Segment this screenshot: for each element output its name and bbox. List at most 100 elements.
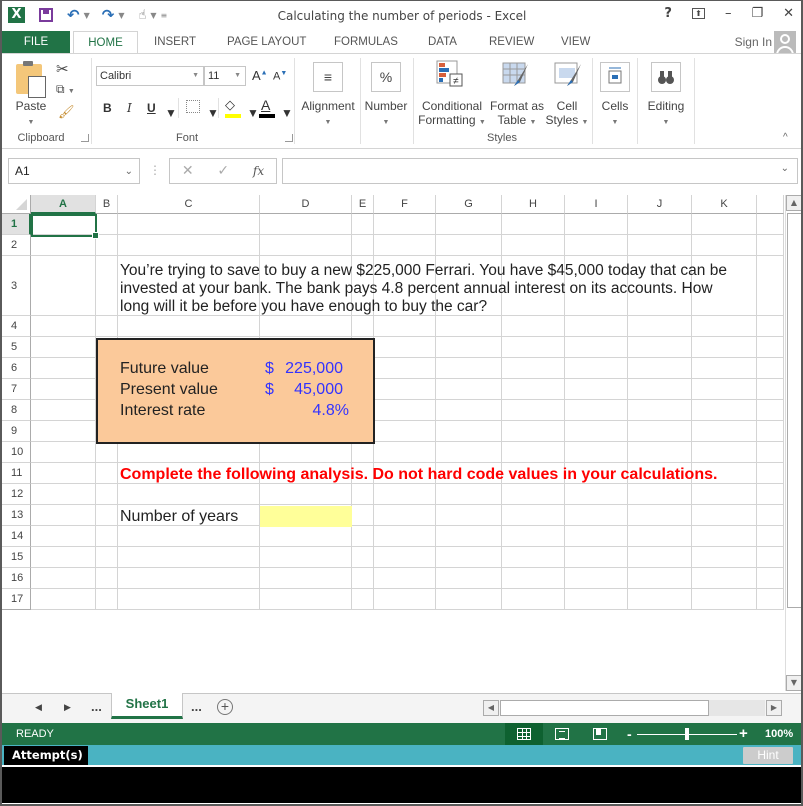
zoom-knob[interactable] xyxy=(685,728,689,740)
instruction-text[interactable]: Complete the following analysis. Do not … xyxy=(120,466,717,484)
row-header-6[interactable]: 6 xyxy=(2,358,31,379)
prev-sheet-icon[interactable]: ◀ xyxy=(35,702,42,713)
avatar-icon[interactable] xyxy=(774,31,796,53)
more-sheets-left[interactable]: ... xyxy=(91,699,102,714)
column-header-k[interactable]: K xyxy=(692,195,757,214)
close-icon[interactable]: ✕ xyxy=(783,6,794,21)
column-header-l[interactable] xyxy=(757,195,784,214)
column-header-f[interactable]: F xyxy=(374,195,436,214)
tab-file[interactable]: FILE xyxy=(2,31,70,53)
vertical-scrollbar[interactable]: ▲ ▼ xyxy=(785,195,801,691)
column-header-c[interactable]: C xyxy=(118,195,260,214)
present-value-label[interactable]: Present value xyxy=(120,381,218,399)
row-header-8[interactable]: 8 xyxy=(2,400,31,421)
number-format-icon[interactable]: % xyxy=(371,62,401,92)
row-header-16[interactable]: 16 xyxy=(2,568,31,589)
tab-home[interactable]: HOME xyxy=(73,31,138,54)
row-header-13[interactable]: 13 xyxy=(2,505,31,526)
tab-review[interactable]: REVIEW xyxy=(489,31,534,53)
row-header-12[interactable]: 12 xyxy=(2,484,31,505)
paste-icon[interactable] xyxy=(16,61,46,98)
page-break-view-button[interactable] xyxy=(581,723,619,745)
help-icon[interactable]: ? xyxy=(664,6,672,21)
hint-button[interactable]: Hint xyxy=(743,747,793,764)
column-header-a[interactable]: A xyxy=(31,195,96,214)
add-sheet-icon[interactable]: + xyxy=(217,699,233,715)
tab-formulas[interactable]: FORMULAS xyxy=(334,31,398,53)
font-name-select[interactable]: Calibri ▼ xyxy=(96,66,204,86)
underline-button[interactable]: U xyxy=(147,101,156,115)
font-color-dropdown-icon[interactable]: ▼ xyxy=(281,106,293,120)
row-header-1[interactable]: 1 xyxy=(2,214,31,235)
fill-color-icon[interactable]: ◇ xyxy=(225,97,235,113)
format-as-table-icon[interactable] xyxy=(502,60,530,88)
horizontal-scroll-thumb[interactable] xyxy=(500,700,709,716)
formula-bar-resize-handle[interactable]: ⋮ xyxy=(149,163,161,177)
cell-styles-icon[interactable] xyxy=(554,60,582,88)
expand-formula-bar-icon[interactable]: ⌄ xyxy=(781,163,789,174)
sign-in[interactable]: Sign In xyxy=(735,31,796,53)
format-as-table-button[interactable]: Format as Table ▼ xyxy=(488,99,546,130)
row-header-11[interactable]: 11 xyxy=(2,463,31,484)
column-header-d[interactable]: D xyxy=(260,195,352,214)
number-button[interactable]: Number ▼ xyxy=(362,99,410,130)
tab-insert[interactable]: INSERT xyxy=(154,31,196,53)
minimize-icon[interactable]: – xyxy=(725,6,732,21)
number-of-years-label[interactable]: Number of years xyxy=(120,508,238,526)
column-header-g[interactable]: G xyxy=(436,195,502,214)
scroll-down-icon[interactable]: ▼ xyxy=(786,675,801,691)
cells-button[interactable]: Cells ▼ xyxy=(594,99,636,130)
selected-cell-a1[interactable] xyxy=(31,214,99,239)
underline-dropdown-icon[interactable]: ▼ xyxy=(165,106,177,120)
column-header-h[interactable]: H xyxy=(502,195,565,214)
row-header-14[interactable]: 14 xyxy=(2,526,31,547)
tab-page-layout[interactable]: PAGE LAYOUT xyxy=(227,31,306,53)
zoom-out-icon[interactable]: - xyxy=(627,726,632,742)
find-binoculars-icon[interactable] xyxy=(651,62,681,92)
horizontal-scrollbar[interactable]: ◀ ▶ xyxy=(483,700,783,716)
next-sheet-icon[interactable]: ▶ xyxy=(64,702,71,713)
clipboard-launcher-icon[interactable] xyxy=(81,134,89,142)
more-sheets-right[interactable]: ... xyxy=(191,699,202,714)
sign-in-label[interactable]: Sign In xyxy=(735,35,772,49)
ribbon-display-icon[interactable]: ⬆ xyxy=(691,8,705,19)
row-header-15[interactable]: 15 xyxy=(2,547,31,568)
scroll-up-icon[interactable]: ▲ xyxy=(786,195,801,211)
interest-rate-label[interactable]: Interest rate xyxy=(120,402,205,420)
collapse-ribbon-icon[interactable]: ^ xyxy=(783,132,788,143)
row-header-7[interactable]: 7 xyxy=(2,379,31,400)
future-value-label[interactable]: Future value xyxy=(120,360,209,378)
row-header-9[interactable]: 9 xyxy=(2,421,31,442)
alignment-button[interactable]: Alignment ▼ xyxy=(298,99,358,130)
name-box[interactable]: A1 ⌄ xyxy=(8,158,140,184)
formula-input[interactable]: ⌄ xyxy=(282,158,798,184)
zoom-in-icon[interactable]: + xyxy=(739,725,748,742)
tab-data[interactable]: DATA xyxy=(428,31,457,53)
conditional-formatting-button[interactable]: Conditional Formatting ▼ xyxy=(416,99,488,130)
tab-view[interactable]: VIEW xyxy=(561,31,590,53)
font-color-button[interactable]: A xyxy=(261,97,270,113)
interest-rate[interactable]: 4.8% xyxy=(272,402,349,420)
row-header-3[interactable]: 3 xyxy=(2,256,31,316)
enter-icon[interactable]: ✓ xyxy=(217,163,229,179)
zoom-slider[interactable]: - + xyxy=(627,723,748,745)
column-header-i[interactable]: I xyxy=(565,195,628,214)
conditional-formatting-icon[interactable]: ≠ xyxy=(436,60,464,88)
sheet-tab-sheet1[interactable]: Sheet1 xyxy=(111,693,183,719)
restore-icon[interactable]: ❐ xyxy=(751,6,763,21)
borders-icon[interactable] xyxy=(186,100,200,113)
present-value[interactable]: 45,000 xyxy=(272,381,343,399)
number-of-years-input-cell[interactable] xyxy=(260,506,352,527)
row-header-2[interactable]: 2 xyxy=(2,235,31,256)
column-header-j[interactable]: J xyxy=(628,195,692,214)
shrink-font-button[interactable]: A▼ xyxy=(273,70,287,83)
cells-icon[interactable] xyxy=(600,62,630,92)
spreadsheet-grid[interactable]: ABCDEFGHIJK 1 2 3 4 5 6 7 8 9 10 11 12 13 14 15 16 17 Yo… xyxy=(2,195,784,691)
row-header-5[interactable]: 5 xyxy=(2,337,31,358)
grow-font-button[interactable]: A▲ xyxy=(252,68,268,83)
normal-view-button[interactable] xyxy=(505,723,543,745)
future-value[interactable]: 225,000 xyxy=(272,360,343,378)
page-layout-view-button[interactable] xyxy=(543,723,581,745)
font-size-select[interactable]: 11 ▼ xyxy=(204,66,246,86)
insert-function-icon[interactable]: fx xyxy=(253,164,264,178)
